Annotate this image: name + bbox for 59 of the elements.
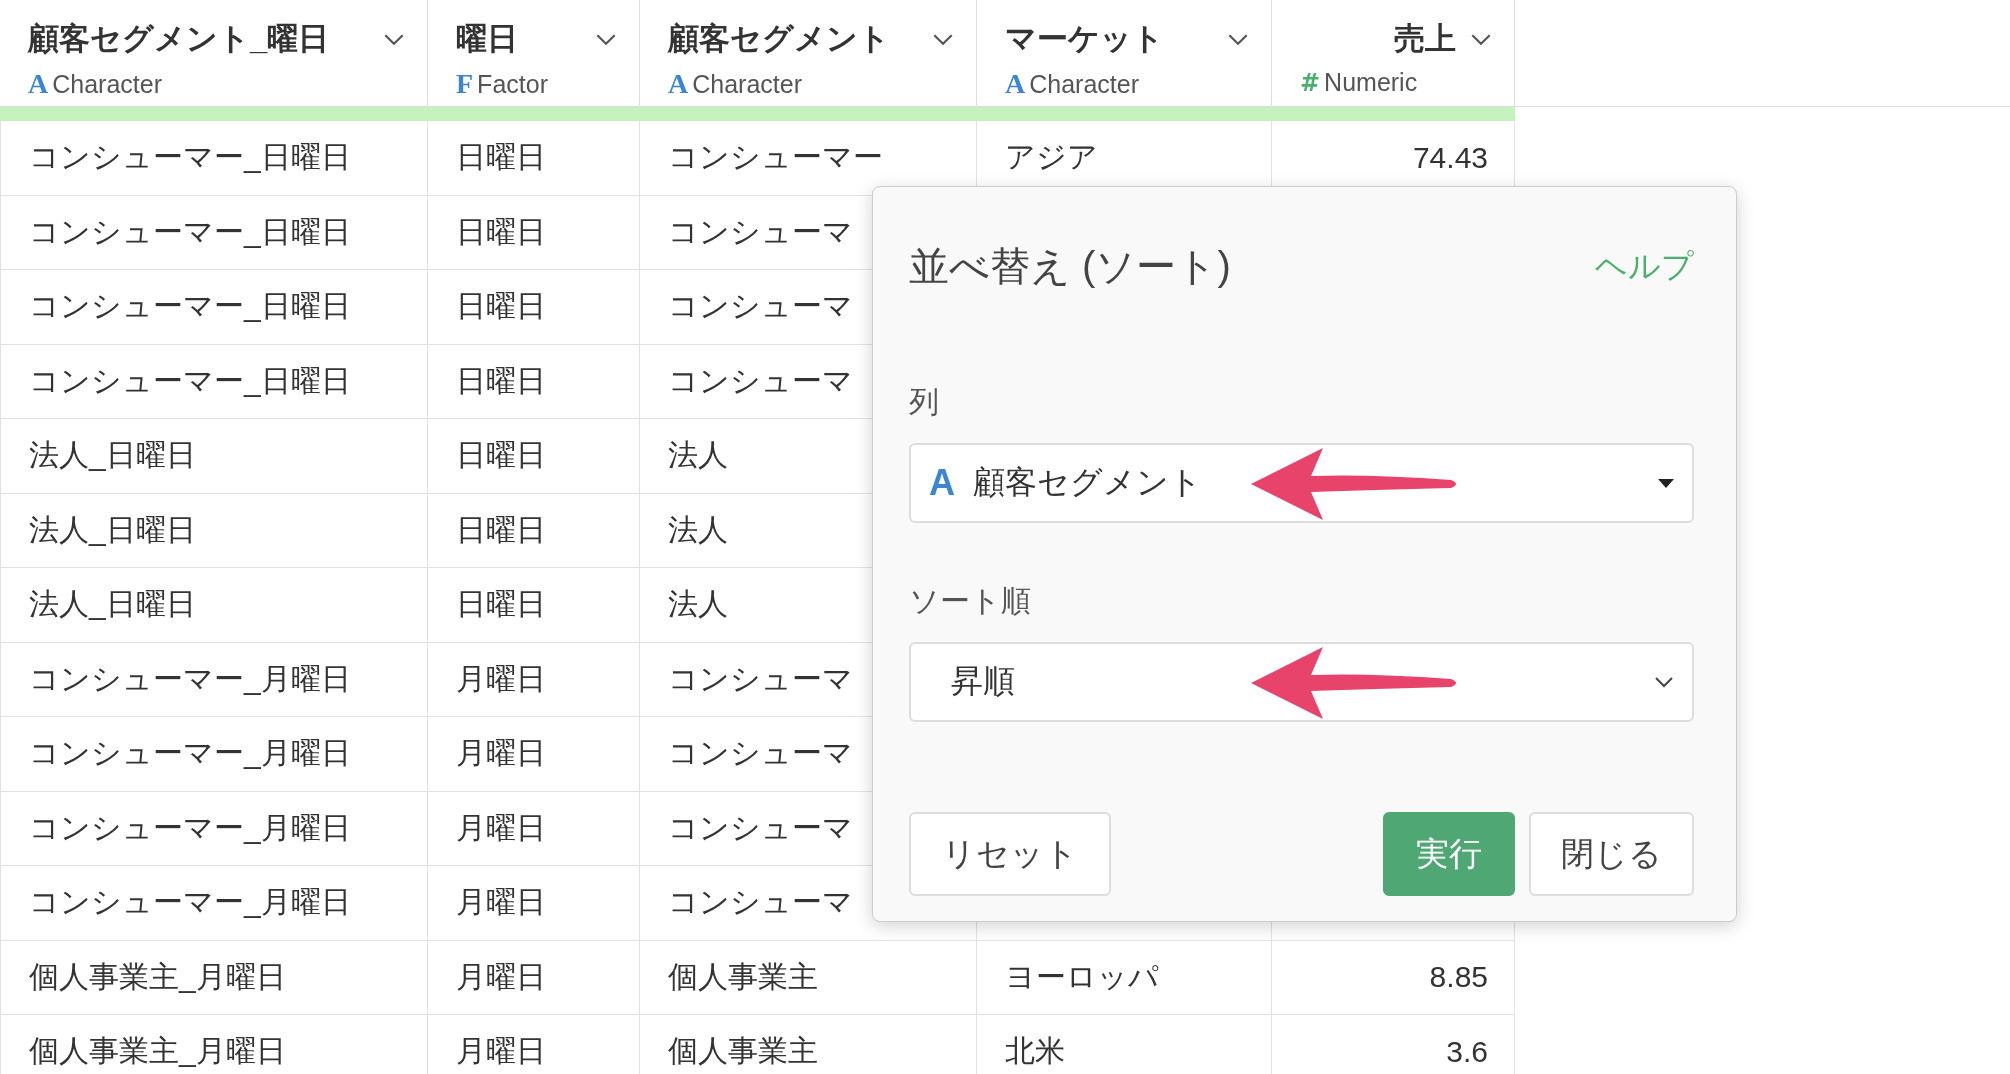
- table-cell: 日曜日: [428, 568, 640, 643]
- field-label: 列: [909, 384, 940, 420]
- table-cell: 個人事業主: [640, 1015, 977, 1074]
- caret-icon: [1658, 478, 1674, 488]
- table-cell: 月曜日: [428, 940, 640, 1015]
- column-name: 曜日: [456, 20, 519, 58]
- table-cell: 法人_日曜日: [0, 493, 428, 568]
- column-name: 売上: [1394, 20, 1456, 58]
- type-icon: A: [1005, 68, 1026, 100]
- table-cell: 8.85: [1272, 940, 1515, 1015]
- table-cell: 個人事業主: [640, 940, 977, 1015]
- dialog-button[interactable]: 閉じる: [1529, 812, 1694, 896]
- column-type: Factor: [477, 70, 548, 99]
- table-cell: 法人_日曜日: [0, 419, 428, 494]
- table-cell: 月曜日: [428, 717, 640, 792]
- column-type: Character: [692, 70, 802, 99]
- table-cell: コンシューマー_日曜日: [0, 121, 428, 196]
- table-cell: 月曜日: [428, 1015, 640, 1074]
- column-name: マーケット: [1005, 20, 1165, 58]
- table-cell: コンシューマー_日曜日: [0, 344, 428, 419]
- table-cell: コンシューマー_日曜日: [0, 195, 428, 270]
- column-type: Character: [1029, 70, 1139, 99]
- chevron-down-icon[interactable]: [932, 32, 954, 46]
- chevron-down-icon: [1654, 676, 1674, 688]
- select-field[interactable]: 昇順: [909, 642, 1694, 722]
- table-cell: ヨーロッパ: [977, 940, 1272, 1015]
- table-cell: 月曜日: [428, 866, 640, 941]
- table-cell: 個人事業主_月曜日: [0, 1015, 428, 1074]
- column-name: 顧客セグメント_曜日: [28, 20, 331, 58]
- table-cell: 月曜日: [428, 791, 640, 866]
- column-type: Character: [52, 70, 162, 99]
- chevron-down-icon[interactable]: [1227, 32, 1249, 46]
- table-cell: 日曜日: [428, 195, 640, 270]
- type-icon: A: [668, 68, 689, 100]
- chevron-down-icon[interactable]: [383, 32, 405, 46]
- column-name: 顧客セグメント: [668, 20, 891, 58]
- table-cell: 法人_日曜日: [0, 568, 428, 643]
- table-cell: 北米: [977, 1015, 1272, 1074]
- chevron-down-icon[interactable]: [595, 32, 617, 46]
- table-cell: コンシューマー_日曜日: [0, 270, 428, 345]
- table-cell: 日曜日: [428, 270, 640, 345]
- table-cell: コンシューマー_月曜日: [0, 717, 428, 792]
- type-icon: #: [1300, 69, 1321, 97]
- dialog-button[interactable]: リセット: [909, 812, 1111, 896]
- column-type: Numeric: [1324, 68, 1418, 97]
- type-icon: F: [456, 68, 474, 100]
- type-icon: A: [28, 68, 49, 100]
- table-cell: コンシューマー_月曜日: [0, 642, 428, 717]
- chevron-down-icon[interactable]: [1470, 32, 1492, 46]
- table-cell: 日曜日: [428, 121, 640, 196]
- table-cell: 3.6: [1272, 1015, 1515, 1074]
- table-cell: 日曜日: [428, 493, 640, 568]
- table-cell: コンシューマー_月曜日: [0, 791, 428, 866]
- table-cell: コンシューマー_月曜日: [0, 866, 428, 941]
- table-cell: 個人事業主_月曜日: [0, 940, 428, 1015]
- table-cell: 日曜日: [428, 419, 640, 494]
- table-cell: 日曜日: [428, 344, 640, 419]
- select-field[interactable]: A 顧客セグメント: [909, 443, 1694, 523]
- table-cell: 月曜日: [428, 642, 640, 717]
